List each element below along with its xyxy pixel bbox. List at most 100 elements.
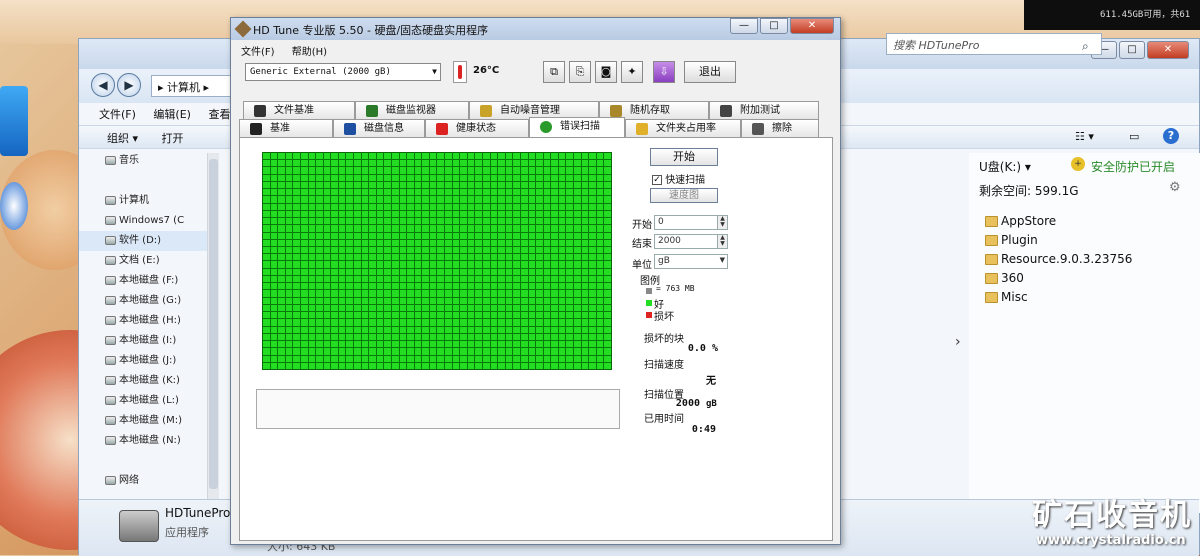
exit-button[interactable]: 退出: [684, 61, 736, 83]
folder-icon: [985, 254, 998, 265]
sidebar-item[interactable]: 本地磁盘 (I:): [79, 331, 209, 351]
organize-button[interactable]: 组织 ▾: [107, 132, 138, 145]
sidebar-item[interactable]: 本地磁盘 (H:): [79, 311, 209, 331]
sidebar-item-label: 计算机: [119, 195, 149, 206]
start-input[interactable]: 0 ▲ ▼: [654, 215, 728, 230]
navigation-scroll-thumb[interactable]: [209, 159, 218, 489]
preview-pane-icon[interactable]: ▭: [1129, 130, 1139, 143]
unit-select[interactable]: gB ▼: [654, 254, 728, 269]
scan-speed-value: 无: [706, 376, 716, 387]
tab-benchmark[interactable]: 基准: [239, 119, 333, 137]
maximize-button[interactable]: □: [1119, 41, 1145, 59]
menu-help[interactable]: 帮助(H): [292, 47, 327, 58]
folder-item[interactable]: Misc: [969, 288, 1200, 307]
back-arrow-icon[interactable]: ◀: [91, 73, 115, 97]
gear-icon[interactable]: ⚙: [1169, 180, 1181, 195]
start-button[interactable]: 开始: [650, 148, 718, 166]
tab-disk-monitor[interactable]: 磁盘监视器: [355, 101, 469, 119]
hard-drive-icon: [119, 510, 159, 542]
maximize-button[interactable]: □: [760, 18, 788, 34]
tab-error-scan[interactable]: 错误扫描: [529, 117, 625, 137]
random-access-icon: [610, 105, 622, 117]
sidebar-item[interactable]: 软件 (D:): [79, 231, 209, 251]
quick-scan-label: 快速扫描: [665, 175, 706, 186]
folder-label: Resource.9.0.3.23756: [1001, 252, 1133, 266]
drive-icon: [105, 376, 116, 385]
network-icon: [105, 476, 116, 485]
folder-label: Misc: [1001, 290, 1028, 304]
scan-log: [256, 389, 620, 429]
computer-icon: [105, 196, 116, 205]
close-button[interactable]: ✕: [790, 18, 834, 34]
sidebar-item[interactable]: 网络: [79, 471, 209, 491]
extra-tests-icon: [720, 105, 732, 117]
folder-icon: [985, 273, 998, 284]
search-input[interactable]: 搜索 HDTunePro: [886, 33, 1102, 55]
camera-icon[interactable]: ◙: [595, 61, 617, 83]
menu-file[interactable]: 文件(F): [241, 47, 275, 58]
folder-item[interactable]: 360: [969, 269, 1200, 288]
tab-folder-usage[interactable]: 文件夹占用率: [625, 119, 741, 137]
close-button[interactable]: ✕: [1147, 41, 1189, 59]
forward-arrow-icon[interactable]: ▶: [117, 73, 141, 97]
chevron-right-icon[interactable]: ›: [955, 334, 961, 350]
checkbox-box[interactable]: ✓: [652, 175, 662, 185]
view-options-icon[interactable]: ☷ ▾: [1075, 130, 1094, 143]
window-title: HD Tune 专业版 5.50 - 硬盘/固态硬盘实用程序: [253, 24, 489, 37]
sidebar-item[interactable]: 音乐: [79, 151, 209, 171]
quick-scan-checkbox[interactable]: ✓ 快速扫描: [652, 171, 705, 186]
speed-map-button[interactable]: 速度图: [650, 188, 718, 203]
minimize-button[interactable]: —: [730, 18, 758, 34]
drive-select[interactable]: Generic External (2000 gB) ▼: [245, 63, 441, 81]
start-spinner[interactable]: ▲ ▼: [717, 215, 728, 230]
legend-block-size: = 763 MB: [656, 284, 695, 293]
speaker-icon: [480, 105, 492, 117]
sidebar-item[interactable]: Windows7 (C: [79, 211, 209, 231]
tab-erase[interactable]: 擦除: [741, 119, 819, 137]
menu-file[interactable]: 文件(F): [99, 108, 136, 121]
folder-item[interactable]: AppStore: [969, 212, 1200, 231]
usb-drive-selector[interactable]: U盘(K:) ▾: [979, 160, 1031, 174]
folder-item[interactable]: Plugin: [969, 231, 1200, 250]
options-icon[interactable]: ✦: [621, 61, 643, 83]
hdtune-app-icon: [234, 20, 252, 38]
tab-file-benchmark[interactable]: 文件基准: [243, 101, 355, 119]
end-input[interactable]: 2000 ▲ ▼: [654, 234, 728, 249]
save-download-icon[interactable]: ⇩: [653, 61, 675, 83]
tab-health[interactable]: 健康状态: [425, 119, 529, 137]
sidebar-item[interactable]: 计算机: [79, 191, 209, 211]
drive-icon: [105, 276, 116, 285]
shield-icon: +: [1071, 157, 1085, 171]
sidebar-item[interactable]: 本地磁盘 (J:): [79, 351, 209, 371]
scan-block-map: [262, 152, 612, 370]
tab-extra-tests[interactable]: 附加测试: [709, 101, 819, 119]
desktop-shortcut-icon[interactable]: [0, 86, 28, 156]
sidebar-item[interactable]: 文档 (E:): [79, 251, 209, 271]
breadcrumb[interactable]: ▸ 计算机 ▸: [151, 75, 231, 97]
sidebar-item[interactable]: 本地磁盘 (K:): [79, 371, 209, 391]
damaged-blocks-value: 0.0 %: [687, 343, 718, 354]
sidebar-item[interactable]: 本地磁盘 (L:): [79, 391, 209, 411]
drive-select-value: Generic External (2000 gB): [250, 67, 391, 77]
desktop-player-icon[interactable]: [0, 182, 28, 230]
help-icon[interactable]: ?: [1163, 128, 1179, 144]
sidebar-item[interactable]: 本地磁盘 (M:): [79, 411, 209, 431]
sidebar-item-label: 本地磁盘 (G:): [119, 295, 182, 306]
sidebar-item[interactable]: 本地磁盘 (F:): [79, 271, 209, 291]
sidebar-item[interactable]: 本地磁盘 (N:): [79, 431, 209, 451]
scan-position-value: 2000: [675, 398, 700, 409]
drive-icon: [105, 256, 116, 265]
sidebar-item[interactable]: 本地磁盘 (G:): [79, 291, 209, 311]
file-benchmark-icon: [254, 105, 266, 117]
menu-edit[interactable]: 编辑(E): [153, 108, 191, 121]
copy-text-icon[interactable]: ⧉: [543, 61, 565, 83]
copy-screenshot-icon[interactable]: ⎘: [569, 61, 591, 83]
taskbar-status-text: 611.45GB可用，共61: [1024, 0, 1200, 30]
end-spinner[interactable]: ▲ ▼: [717, 234, 728, 249]
start-label: 开始: [632, 220, 652, 231]
search-icon[interactable]: ⌕: [1082, 39, 1089, 54]
folder-item[interactable]: Resource.9.0.3.23756: [969, 250, 1200, 269]
open-button[interactable]: 打开: [162, 132, 184, 145]
tab-disk-info[interactable]: 磁盘信息: [333, 119, 425, 137]
